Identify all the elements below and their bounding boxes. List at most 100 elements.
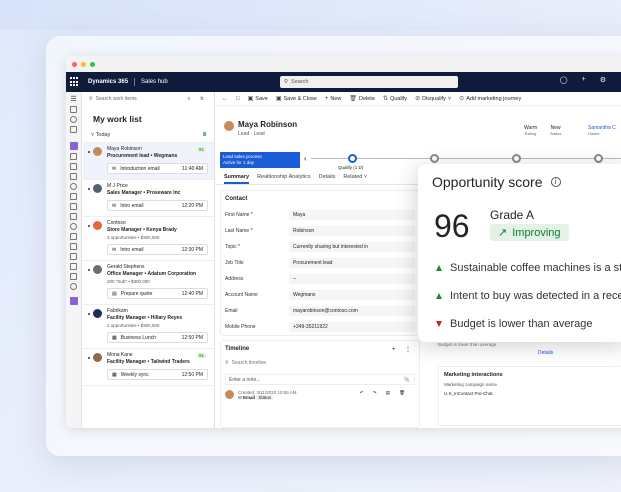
timeline-search[interactable]: ⚲ Search timeline: [225, 358, 415, 368]
maximize-dot-icon[interactable]: [90, 61, 95, 67]
email-input[interactable]: mayarobinson@contoso.com: [289, 306, 415, 316]
positive-triangle-icon: [436, 265, 442, 271]
unread-dot: [88, 313, 90, 315]
next-task[interactable]: ✉ Intro email 12:20 PM: [107, 200, 208, 211]
account-name-input[interactable]: Wegmans: [289, 290, 415, 300]
module-name[interactable]: Sales hub: [141, 79, 168, 85]
info-icon[interactable]: i: [550, 177, 561, 187]
window-titlebar: [66, 56, 621, 72]
pin-icon[interactable]: [70, 126, 77, 133]
close-dot-icon[interactable]: [72, 61, 77, 67]
stage-propose-node[interactable]: [512, 154, 521, 163]
disqualify-button[interactable]: ⊘ Disqualify ˅: [415, 95, 451, 103]
list-item[interactable]: M J Price Sales Manager • Proseware Inc …: [83, 180, 214, 217]
next-task[interactable]: ▦ Business Lunch 12:50 PM: [107, 332, 208, 343]
insight-row: Sustainable coffee machines is a str: [436, 262, 621, 274]
invoices-icon[interactable]: [70, 243, 77, 250]
hamburger-icon[interactable]: ☰: [70, 96, 76, 103]
dashboard-icon[interactable]: [70, 153, 77, 160]
orders-icon[interactable]: [70, 233, 77, 240]
list-item[interactable]: Fabrikam Facility Manager • Hillary Reye…: [83, 305, 214, 349]
timeline-item[interactable]: Created: 3/11/2022 10:55 AM ✉ Email Stat…: [225, 390, 415, 401]
work-items-search[interactable]: ⚲ Search work items ≡ ⇅: [83, 92, 214, 106]
task-time: 12:20 PM: [181, 202, 203, 209]
tab-summary[interactable]: Summary: [224, 172, 250, 184]
list-item[interactable]: Gerald Stephens Office Manager • Adatum …: [83, 261, 214, 305]
leads-icon[interactable]: [70, 193, 77, 200]
accounts-icon[interactable]: [70, 173, 77, 180]
record-type[interactable]: Lead · Lead: [238, 131, 265, 137]
filter-sort-icons[interactable]: ≡ ⇅: [188, 96, 209, 102]
activities-icon[interactable]: [70, 163, 77, 170]
save-label: Save: [255, 95, 268, 102]
process-stage-banner[interactable]: Lead sales process Active for 1 day: [220, 152, 300, 168]
tab-relationship-analytics[interactable]: Realtionship Analytics: [257, 172, 311, 184]
note-input[interactable]: Enter a note... 📎: [225, 374, 415, 385]
stage-develop-node[interactable]: [430, 154, 439, 163]
timeline-actions[interactable]: + ⋮: [392, 346, 415, 353]
field-label: Last Name *: [225, 228, 253, 234]
opportunity-score-header: Opportunity score i: [432, 174, 614, 190]
quotes-icon[interactable]: [70, 223, 77, 230]
attachment-icon[interactable]: 📎: [404, 377, 410, 383]
next-task[interactable]: ✉ Introduction email 11:40 AM: [107, 163, 208, 174]
next-task[interactable]: ▤ Prepare quote 12:40 PM: [107, 288, 208, 299]
list-item[interactable]: Maya Robinson Procurement lead • Wegmans…: [83, 143, 214, 180]
list-item[interactable]: Contoso Store Manager • Kenya Brady 3 op…: [83, 217, 214, 261]
products-icon[interactable]: [70, 253, 77, 260]
global-search[interactable]: ⚲ Search: [280, 76, 458, 88]
item-role: Office Manager • Adatum Corporation: [107, 271, 197, 277]
lightbulb-icon[interactable]: ◯: [560, 76, 568, 84]
address-input[interactable]: --: [289, 274, 415, 284]
job-title-input[interactable]: Procurement lead: [289, 258, 415, 268]
qualify-button[interactable]: ⇅ Qualify: [383, 95, 407, 103]
owner-field[interactable]: Samantha C Owner: [588, 125, 616, 136]
popout-icon[interactable]: □: [236, 96, 240, 102]
opportunities-icon[interactable]: [70, 203, 77, 210]
list-item[interactable]: Mona Kane Facility Manager • Tailwind Tr…: [83, 349, 214, 386]
goals-icon[interactable]: [70, 273, 77, 280]
delete-button[interactable]: 🗑 Delete: [349, 95, 375, 103]
new-button[interactable]: + New: [325, 96, 342, 102]
add-marketing-journey-button[interactable]: ⊙ Add marketing journey: [459, 95, 521, 103]
field-job-title: Job Title Procurement lead: [221, 255, 419, 271]
group-today[interactable]: ˅ Today 8: [83, 128, 214, 143]
email-icon: ✉: [112, 202, 117, 209]
plus-icon[interactable]: +: [582, 76, 586, 84]
save-close-button[interactable]: ▣ Save & Close: [276, 95, 317, 103]
back-arrow-icon[interactable]: ←: [222, 96, 228, 102]
competitors-icon[interactable]: [70, 213, 77, 220]
app-launcher-icon[interactable]: [70, 77, 80, 87]
sales-literature-icon[interactable]: [70, 263, 77, 270]
area-switcher-icon[interactable]: [69, 297, 78, 305]
next-task[interactable]: ✉ Intro email 12:30 PM: [107, 244, 208, 255]
contacts-icon[interactable]: [70, 183, 77, 190]
home-icon[interactable]: [70, 106, 77, 113]
mobile-phone-input[interactable]: +349-35211922: [289, 322, 415, 332]
forecasts-icon[interactable]: [70, 283, 77, 290]
email-icon: ✉: [112, 165, 117, 172]
chevron-left-icon[interactable]: ‹: [304, 154, 307, 163]
save-button[interactable]: ▣ Save: [248, 95, 268, 103]
item-name: Contoso: [107, 220, 126, 226]
first-name-input[interactable]: Maya: [289, 210, 415, 220]
details-link[interactable]: Details: [538, 350, 553, 356]
tab-related[interactable]: Related ˅: [343, 172, 367, 184]
minimize-dot-icon[interactable]: [81, 61, 86, 67]
item-name: M J Price: [107, 183, 128, 189]
stage-qualify-node[interactable]: [348, 154, 357, 163]
search-icon: ⚲: [89, 96, 93, 102]
tab-details[interactable]: Details: [319, 172, 336, 184]
campaign-name-value[interactable]: U.S_InContact Pre-Chat: [439, 389, 621, 398]
recent-icon[interactable]: [70, 116, 77, 123]
gear-icon[interactable]: ⚙: [600, 76, 606, 84]
unread-dot: [88, 225, 90, 227]
timeline-item-actions[interactable]: ↶ ↷ ▤ 🗑: [360, 390, 409, 401]
next-task[interactable]: ▦ Weekly sync 12:50 PM: [107, 369, 208, 380]
stage-close-node[interactable]: [594, 154, 603, 163]
app-name[interactable]: Dynamics 365: [88, 79, 128, 85]
field-label: First Name *: [225, 212, 253, 218]
topic-input[interactable]: Currently sharing but interested in: [289, 242, 415, 252]
sales-accelerator-icon[interactable]: [69, 142, 78, 150]
last-name-input[interactable]: Robinson: [289, 226, 415, 236]
